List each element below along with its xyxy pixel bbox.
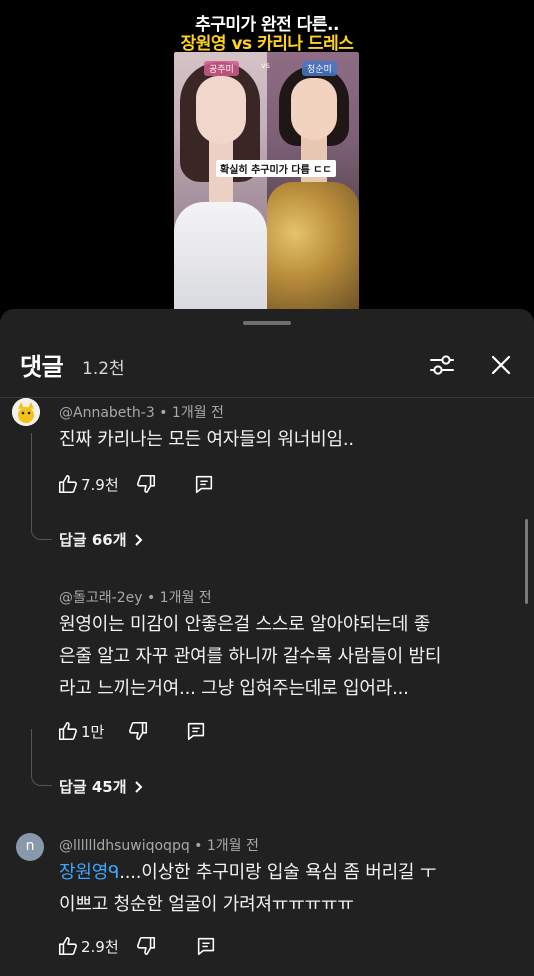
avatar[interactable]: n — [16, 833, 44, 861]
comment-body: 장원영ᑫ....이상한 추구미랑 입술 욕심 좀 버리길 ㅜ 이쁘고 청순한 얼… — [59, 857, 436, 921]
app-root: 추구미가 완전 다른.. 장원영 vs 카리나 드레스 공주미 vs 청순미 확… — [0, 0, 534, 976]
close-icon[interactable] — [487, 351, 515, 379]
chevron-right-icon — [134, 780, 142, 793]
comment-body-line: 원영이는 미감이 안좋은걸 스스로 알아야되는데 좋 — [59, 614, 431, 635]
reply-icon — [197, 937, 215, 956]
video-title-line2: 장원영 vs 카리나 드레스 — [180, 34, 354, 54]
thumb-up-icon — [58, 936, 77, 956]
comment-time: 1개월 전 — [171, 405, 224, 421]
view-replies-button[interactable]: 답글 45개 — [59, 776, 147, 797]
comment-time: 1개월 전 — [206, 838, 259, 854]
scrollbar[interactable] — [525, 519, 528, 604]
comment-body-text: ....이상한 추구미랑 입술 욕심 좀 버리길 ㅜ — [119, 862, 437, 883]
comment-body-line: 장원영ᑫ....이상한 추구미랑 입술 욕심 좀 버리길 ㅜ — [59, 857, 436, 889]
like-count: 2.9천 — [81, 937, 119, 956]
meta-separator: • — [159, 405, 168, 421]
thread-line — [31, 433, 52, 540]
comment-author[interactable]: @lllllldhsuwiqoqpq — [59, 838, 190, 854]
comment-author[interactable]: @Annabeth-3 — [59, 405, 155, 421]
thumbnail-tag-vs: vs — [261, 61, 270, 70]
comment-actions: 7.9천 — [57, 472, 227, 496]
thumbnail-caption: 확실히 추구미가 다름 ㄷㄷ — [216, 160, 336, 177]
sheet-divider — [0, 397, 534, 398]
reply-icon — [195, 475, 213, 494]
avatar[interactable] — [12, 398, 40, 426]
comment-body-line: 라고 느끼는거여... 그냥 입혀주는데로 입어라... — [59, 678, 409, 699]
comment-actions: 1만 — [57, 719, 227, 743]
thumbnail-right-image — [267, 52, 359, 310]
comment-meta: @lllllldhsuwiqoqpq • 1개월 전 — [59, 835, 259, 855]
like-count: 1만 — [81, 722, 105, 741]
like-button[interactable]: 2.9천 — [57, 934, 119, 958]
comment-body: 원영이는 미감이 안좋은걸 스스로 알아야되는데 좋 은줄 알고 자꾸 관여를 … — [59, 609, 441, 705]
dislike-button[interactable] — [135, 934, 157, 958]
thread-line — [31, 729, 52, 786]
thumb-down-icon — [137, 936, 156, 956]
reply-button[interactable] — [185, 719, 207, 743]
meta-separator: • — [194, 838, 203, 854]
reply-button[interactable] — [193, 472, 215, 496]
comment-meta: @돌고래-2ey • 1개월 전 — [59, 587, 212, 607]
view-replies-button[interactable]: 답글 66개 — [59, 529, 147, 550]
dislike-button[interactable] — [127, 719, 149, 743]
comments-title: 댓글 — [20, 353, 64, 381]
comment-body: 진짜 카리나는 모든 여자들의 워너비임.. — [59, 424, 354, 456]
comments-count: 1.2천 — [82, 359, 125, 379]
avatar-letter: n — [25, 838, 35, 854]
reply-icon — [187, 722, 205, 741]
video-thumbnail: 공주미 vs 청순미 확실히 추구미가 다름 ㄷㄷ — [174, 52, 359, 310]
video-player[interactable]: 추구미가 완전 다른.. 장원영 vs 카리나 드레스 공주미 vs 청순미 확… — [0, 0, 534, 312]
comment-meta: @Annabeth-3 • 1개월 전 — [59, 402, 224, 422]
thumbnail-tag-right: 청순미 — [302, 61, 337, 76]
thumb-up-icon — [58, 721, 77, 741]
meta-separator: • — [146, 590, 156, 606]
replies-label: 답글 66개 — [59, 531, 127, 549]
comment-author[interactable]: @돌고래-2ey — [59, 590, 143, 606]
filter-icon[interactable] — [428, 351, 456, 379]
chevron-right-icon — [134, 533, 142, 546]
comments-sheet: 댓글 1.2천 @Annabeth-3 • 1개월 전 진짜 카리나는 모든 여… — [0, 309, 534, 976]
thumbnail-tag-left: 공주미 — [204, 61, 239, 76]
reply-button[interactable] — [195, 934, 217, 958]
replies-label: 답글 45개 — [59, 778, 127, 796]
comment-time: 1개월 전 — [159, 590, 212, 606]
comment-body-line: 이쁘고 청순한 얼굴이 가려져ㅠㅠㅠㅠㅠ — [59, 894, 354, 915]
mention-link[interactable]: 장원영ᑫ — [59, 862, 119, 883]
comment-actions: 2.9천 — [57, 934, 227, 958]
sheet-drag-handle[interactable] — [243, 321, 291, 325]
dislike-button[interactable] — [135, 472, 157, 496]
like-button[interactable]: 7.9천 — [57, 472, 119, 496]
thumbnail-left-image — [174, 52, 267, 310]
comment-body-line: 은줄 알고 자꾸 관여를 하니까 갈수록 사람들이 밤티 — [59, 646, 442, 667]
comment-body-line: 진짜 카리나는 모든 여자들의 워너비임.. — [59, 429, 354, 450]
like-count: 7.9천 — [81, 475, 119, 494]
thumb-up-icon — [58, 474, 77, 494]
thumb-down-icon — [137, 474, 156, 494]
like-button[interactable]: 1만 — [57, 719, 104, 743]
thumb-down-icon — [129, 721, 148, 741]
